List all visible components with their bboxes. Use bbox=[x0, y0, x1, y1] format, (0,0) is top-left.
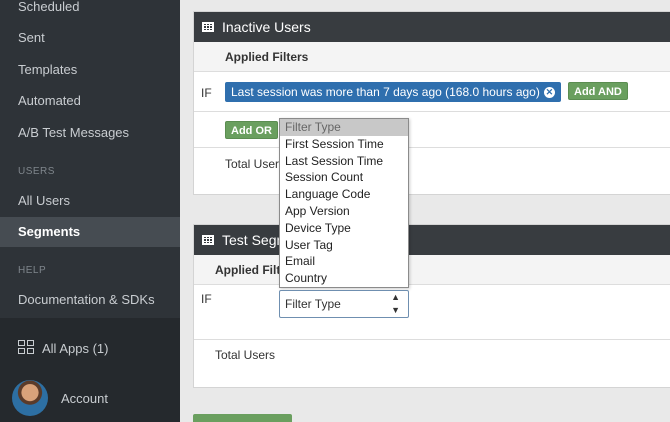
dropdown-option[interactable]: App Version bbox=[280, 203, 408, 220]
applied-filters-header: Applied Filte bbox=[194, 255, 670, 285]
total-users-label: Total Users bbox=[215, 348, 276, 362]
segment-panel-test-segment: Test Segm Applied Filte bbox=[193, 224, 670, 388]
dropdown-option[interactable]: Country bbox=[280, 270, 408, 287]
account-link[interactable]: Account bbox=[12, 380, 108, 416]
if-label: IF bbox=[201, 292, 212, 306]
sidebar-item-scheduled[interactable]: Scheduled bbox=[0, 0, 180, 22]
add-or-button[interactable]: Add OR bbox=[225, 121, 278, 139]
sidebar-item-automated[interactable]: Automated bbox=[0, 86, 180, 116]
account-label: Account bbox=[61, 390, 108, 406]
add-and-button[interactable]: Add AND bbox=[568, 82, 628, 100]
panel-header: Inactive Users bbox=[194, 12, 670, 42]
dropdown-option[interactable]: Device Type bbox=[280, 220, 408, 237]
sidebar-item-sent[interactable]: Sent bbox=[0, 23, 180, 53]
sidebar-item-segments[interactable]: Segments bbox=[0, 217, 180, 247]
dropdown-option[interactable]: Language Code bbox=[280, 186, 408, 203]
sidebar-item-documentation[interactable]: Documentation & SDKs bbox=[0, 285, 180, 315]
dropdown-option[interactable]: Filter Type bbox=[280, 119, 408, 136]
sidebar-item-templates[interactable]: Templates bbox=[0, 55, 180, 85]
all-apps-link[interactable]: All Apps (1) bbox=[18, 340, 108, 356]
divider bbox=[194, 147, 670, 148]
select-value: Filter Type bbox=[285, 297, 341, 311]
total-users-label: Total Users bbox=[225, 157, 286, 171]
all-apps-label: All Apps (1) bbox=[42, 340, 109, 356]
filter-chip-label: Last session was more than 7 days ago (1… bbox=[231, 85, 540, 99]
sidebar: Scheduled Sent Templates Automated A/B T… bbox=[0, 0, 180, 422]
avatar bbox=[12, 380, 48, 416]
panel-header: Test Segm bbox=[194, 225, 670, 255]
help-section-header: HELP bbox=[18, 265, 47, 276]
dropdown-option[interactable]: Last Session Time bbox=[280, 153, 408, 170]
panel-title: Inactive Users bbox=[222, 19, 311, 35]
sidebar-item-all-users[interactable]: All Users bbox=[0, 186, 180, 216]
filter-type-select[interactable]: Filter Type ▲ ▼ bbox=[279, 290, 409, 318]
table-icon bbox=[202, 22, 214, 32]
dropdown-option[interactable]: User Tag bbox=[280, 237, 408, 254]
users-section-header: USERS bbox=[18, 166, 55, 177]
table-icon bbox=[202, 235, 214, 245]
divider bbox=[194, 339, 670, 340]
apps-grid-icon bbox=[18, 340, 36, 356]
dropdown-option[interactable]: First Session Time bbox=[280, 136, 408, 153]
sidebar-item-ab-test-messages[interactable]: A/B Test Messages bbox=[0, 118, 180, 148]
select-arrows-icon: ▲ ▼ bbox=[391, 292, 400, 315]
filter-chip[interactable]: Last session was more than 7 days ago (1… bbox=[225, 82, 561, 102]
applied-filters-header: Applied Filters bbox=[194, 42, 670, 72]
create-segment-button[interactable] bbox=[193, 414, 292, 422]
filter-type-dropdown-list: Filter Type First Session Time Last Sess… bbox=[279, 118, 409, 288]
if-label: IF bbox=[201, 86, 212, 100]
remove-filter-icon[interactable]: ✕ bbox=[543, 87, 555, 99]
dropdown-option[interactable]: Session Count bbox=[280, 169, 408, 186]
divider bbox=[194, 111, 670, 112]
dropdown-option[interactable]: Email bbox=[280, 253, 408, 270]
